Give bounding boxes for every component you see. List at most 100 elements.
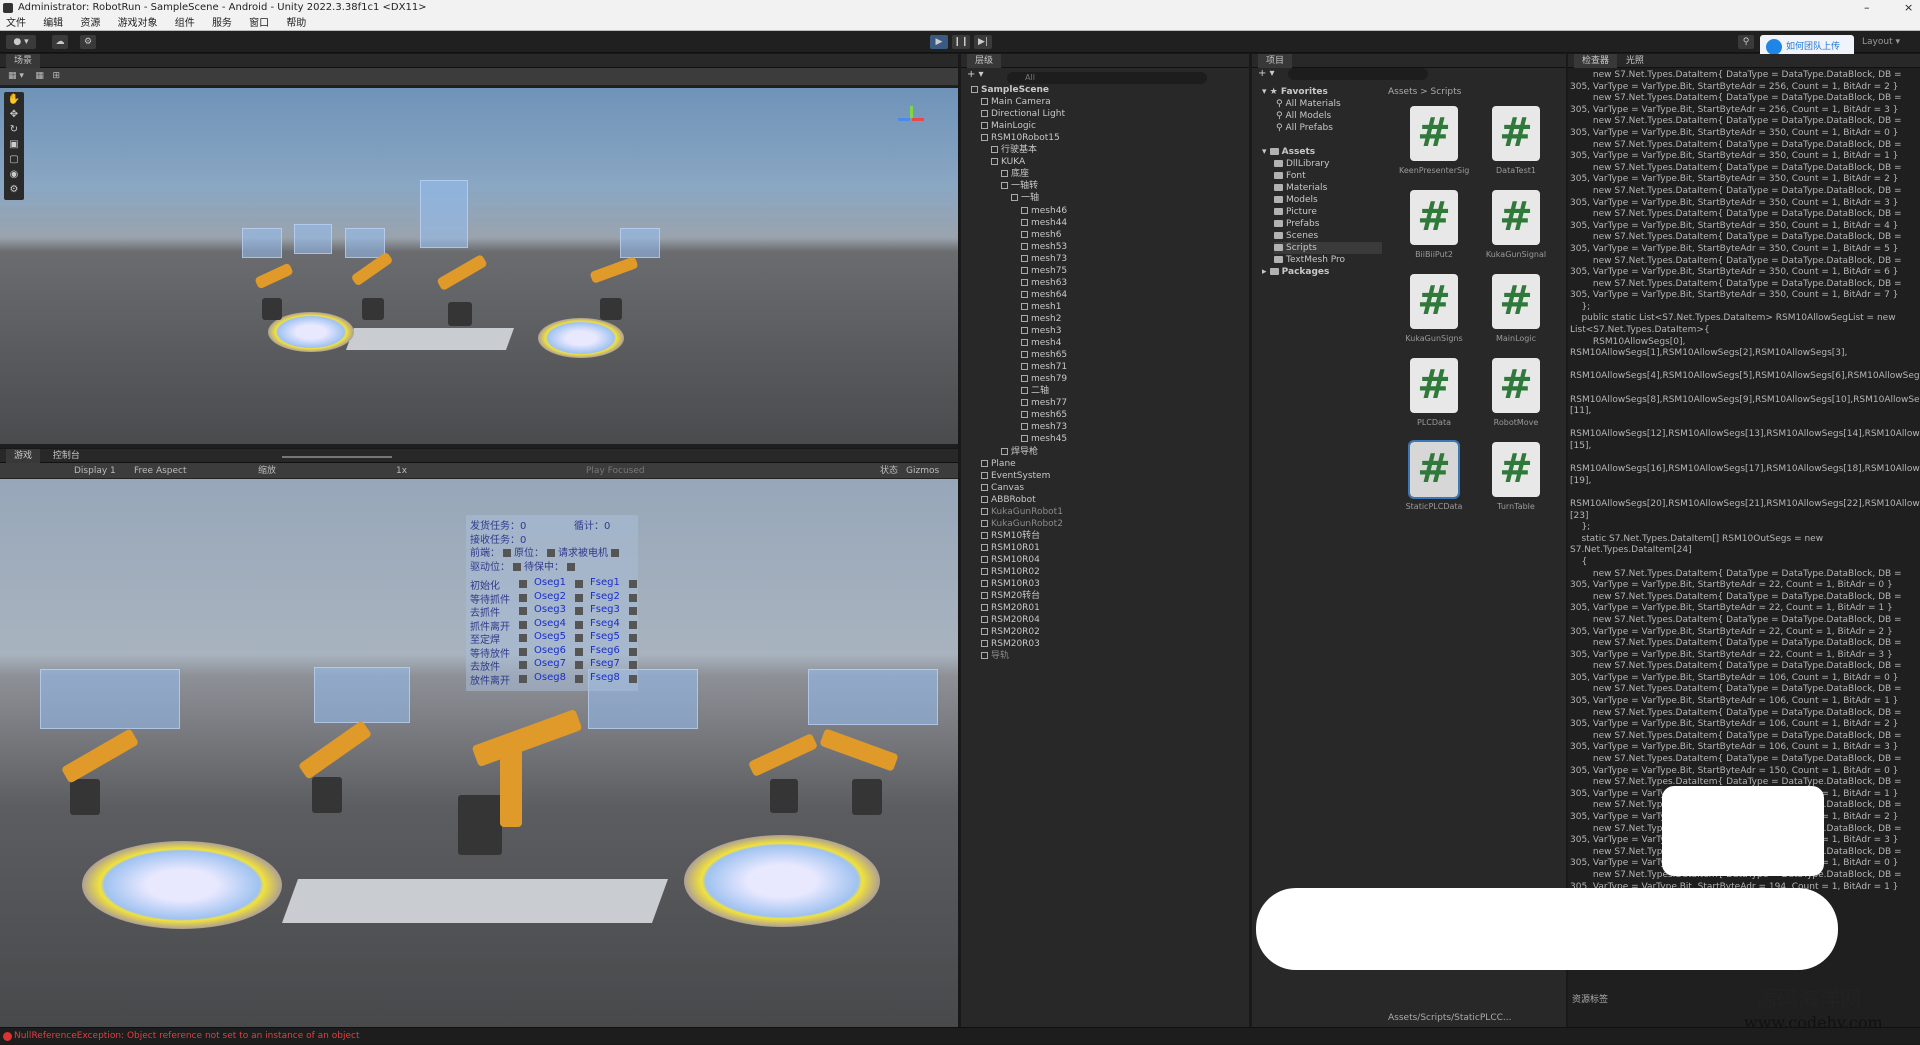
rect-tool-icon[interactable]: ▢ <box>4 152 24 167</box>
rotate-tool-icon[interactable]: ↻ <box>4 122 24 137</box>
menu-component[interactable]: 组件 <box>175 18 195 29</box>
hierarchy-item[interactable]: Directional Light <box>981 108 1065 120</box>
hierarchy-item[interactable]: mesh79 <box>1021 373 1067 385</box>
draw-mode-dropdown[interactable]: ▦ ▾ <box>8 71 24 81</box>
hierarchy-item[interactable]: RSM10转台 <box>981 530 1040 542</box>
hierarchy-item[interactable]: 一轴 <box>1011 192 1039 204</box>
tab-project[interactable]: 项目 <box>1258 54 1293 68</box>
folder-item[interactable]: TextMesh Pro <box>1274 254 1345 266</box>
fseg-label[interactable]: Fseg2 <box>590 591 620 602</box>
hierarchy-item[interactable]: mesh64 <box>1021 289 1067 301</box>
gizmos-button[interactable]: Gizmos <box>906 463 939 479</box>
create-asset-icon[interactable]: + ▾ <box>1258 68 1275 79</box>
stats-button[interactable]: 状态 <box>880 463 898 479</box>
fseg-label[interactable]: Fseg1 <box>590 577 620 588</box>
add-object-icon[interactable]: + ▾ <box>967 69 984 80</box>
hierarchy-item[interactable]: 一轴转 <box>1001 180 1038 192</box>
hierarchy-item[interactable]: mesh65 <box>1021 409 1067 421</box>
move-tool-icon[interactable]: ✥ <box>4 107 24 122</box>
script-asset-icon[interactable]: # <box>1492 358 1540 413</box>
status-message[interactable]: NullReferenceException: Object reference… <box>14 1031 359 1041</box>
menu-gameobject[interactable]: 游戏对象 <box>118 18 158 29</box>
hierarchy-item[interactable]: RSM20R01 <box>981 602 1040 614</box>
folder-item[interactable]: Models <box>1274 194 1318 206</box>
favorite-item[interactable]: ⚲ All Models <box>1276 110 1331 122</box>
cloud-icon[interactable]: ☁ <box>52 35 68 49</box>
hierarchy-item[interactable]: RSM10R01 <box>981 542 1040 554</box>
hierarchy-item[interactable]: mesh45 <box>1021 433 1067 445</box>
folder-item[interactable]: Scenes <box>1274 230 1318 242</box>
tab-hierarchy[interactable]: 层级 <box>967 54 1002 68</box>
minimize-icon[interactable]: – <box>1864 0 1870 16</box>
packages-folder[interactable]: ▸ Packages <box>1262 266 1329 278</box>
aspect-dropdown[interactable]: Free Aspect <box>134 463 187 479</box>
close-icon[interactable]: × <box>1904 0 1913 16</box>
script-asset-icon[interactable]: # <box>1410 190 1458 245</box>
tab-inspector[interactable]: 检查器 <box>1574 54 1618 68</box>
collab-icon[interactable]: ⚙ <box>80 35 96 49</box>
tab-lighting[interactable]: 光照 <box>1626 56 1644 66</box>
fseg-label[interactable]: Fseg4 <box>590 618 620 629</box>
hand-tool-icon[interactable]: ✋ <box>4 92 24 107</box>
scale-tool-icon[interactable]: ▣ <box>4 137 24 152</box>
hierarchy-item[interactable]: mesh6 <box>1021 229 1061 241</box>
search-icon[interactable]: ⚲ <box>1738 35 1754 49</box>
script-asset-icon[interactable]: # <box>1410 274 1458 329</box>
favorite-item[interactable]: ⚲ All Materials <box>1276 98 1341 110</box>
folder-item[interactable]: Prefabs <box>1274 218 1319 230</box>
oseg-label[interactable]: Oseg7 <box>534 658 566 669</box>
script-asset-icon[interactable]: # <box>1492 190 1540 245</box>
hierarchy-item[interactable]: MainLogic <box>981 120 1036 132</box>
oseg-label[interactable]: Oseg4 <box>534 618 566 629</box>
fseg-label[interactable]: Fseg6 <box>590 645 620 656</box>
hierarchy-item[interactable]: KukaGunRobot1 <box>981 506 1063 518</box>
status-bar[interactable]: NullReferenceException: Object reference… <box>0 1027 1920 1044</box>
hierarchy-item[interactable]: Canvas <box>981 482 1024 494</box>
hierarchy-item[interactable]: 二轴 <box>1021 385 1049 397</box>
hierarchy-item[interactable]: RSM20转台 <box>981 590 1040 602</box>
hierarchy-item[interactable]: RSM20R03 <box>981 638 1040 650</box>
oseg-label[interactable]: Oseg1 <box>534 577 566 588</box>
scale-slider[interactable] <box>282 456 392 458</box>
menu-file[interactable]: 文件 <box>6 18 26 29</box>
fseg-label[interactable]: Fseg5 <box>590 631 620 642</box>
hierarchy-item[interactable]: mesh46 <box>1021 205 1067 217</box>
play-button[interactable]: ▶ <box>930 35 948 49</box>
script-asset-icon[interactable]: # <box>1410 358 1458 413</box>
hierarchy-item[interactable]: 焊导枪 <box>1001 446 1038 458</box>
oseg-label[interactable]: Oseg6 <box>534 645 566 656</box>
step-button[interactable]: ▶| <box>974 35 992 49</box>
hierarchy-item[interactable]: mesh44 <box>1021 217 1067 229</box>
layout-dropdown[interactable]: Layout ▾ <box>1862 37 1900 47</box>
transform-tool-icon[interactable]: ◉ <box>4 167 24 182</box>
play-focused-dropdown[interactable]: Play Focused <box>586 463 645 479</box>
folder-item[interactable]: Font <box>1274 170 1306 182</box>
display-dropdown[interactable]: Display 1 <box>74 463 116 479</box>
script-asset-icon[interactable]: # <box>1492 106 1540 161</box>
hierarchy-item[interactable]: mesh3 <box>1021 325 1061 337</box>
hierarchy-item[interactable]: Main Camera <box>981 96 1051 108</box>
hierarchy-item[interactable]: ABBRobot <box>981 494 1036 506</box>
script-asset-icon[interactable]: # <box>1408 440 1460 499</box>
scene-viewport[interactable] <box>0 88 958 444</box>
oseg-label[interactable]: Oseg2 <box>534 591 566 602</box>
tab-game[interactable]: 游戏 <box>6 449 41 463</box>
hierarchy-item[interactable]: mesh75 <box>1021 265 1067 277</box>
tab-scene[interactable]: 场景 <box>6 54 41 68</box>
hierarchy-item[interactable]: mesh2 <box>1021 313 1061 325</box>
menu-window[interactable]: 窗口 <box>249 18 269 29</box>
hierarchy-item[interactable]: mesh4 <box>1021 337 1061 349</box>
hierarchy-item[interactable]: mesh53 <box>1021 241 1067 253</box>
folder-item[interactable]: Materials <box>1274 182 1327 194</box>
menu-edit[interactable]: 编辑 <box>43 18 63 29</box>
hierarchy-item[interactable]: mesh73 <box>1021 253 1067 265</box>
account-button[interactable]: ● ▾ <box>6 35 36 49</box>
gizmo-toggle-icon[interactable]: ⊞ <box>52 71 60 81</box>
hierarchy-item[interactable]: Plane <box>981 458 1016 470</box>
project-search-input[interactable] <box>1288 68 1428 80</box>
hierarchy-item[interactable]: RSM20R02 <box>981 626 1040 638</box>
hierarchy-item[interactable]: KukaGunRobot2 <box>981 518 1063 530</box>
hierarchy-item[interactable]: RSM20R04 <box>981 614 1040 626</box>
script-asset-icon[interactable]: # <box>1492 442 1540 497</box>
tab-console[interactable]: 控制台 <box>53 451 80 461</box>
